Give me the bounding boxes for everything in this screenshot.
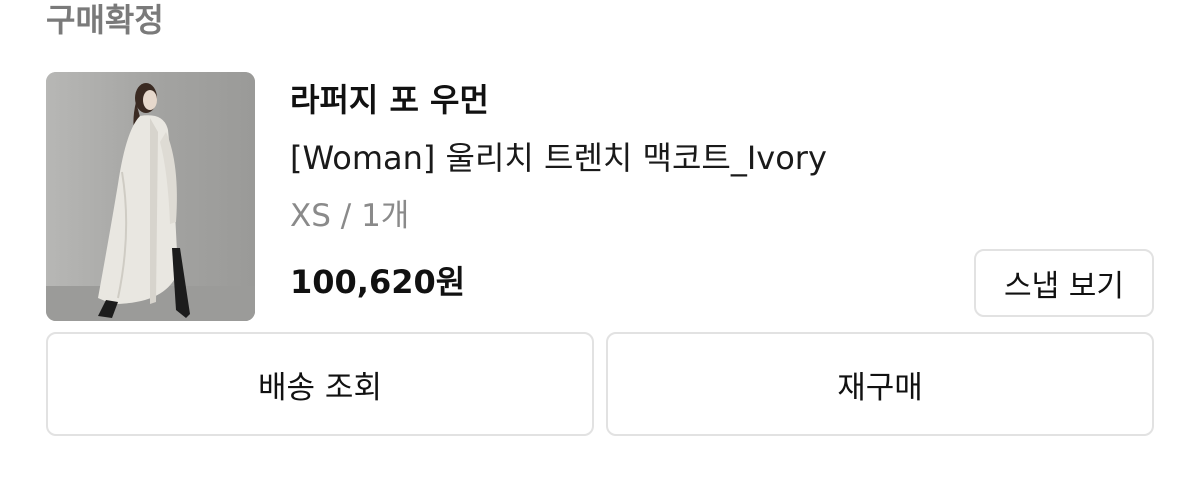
product-price: 100,620원 [290,263,466,301]
track-delivery-button[interactable]: 배송 조회 [46,332,594,436]
brand-name[interactable]: 라퍼지 포 우먼 [290,80,489,120]
product-name[interactable]: [Woman] 울리치 트렌치 맥코트_Ivory [290,138,827,178]
rebuy-button[interactable]: 재구매 [606,332,1154,436]
product-option: XS / 1개 [290,198,410,234]
order-status-heading: 구매확정 [46,1,164,39]
product-photo [46,72,255,321]
product-thumbnail[interactable] [46,72,255,321]
view-snap-button[interactable]: 스냅 보기 [974,249,1154,317]
